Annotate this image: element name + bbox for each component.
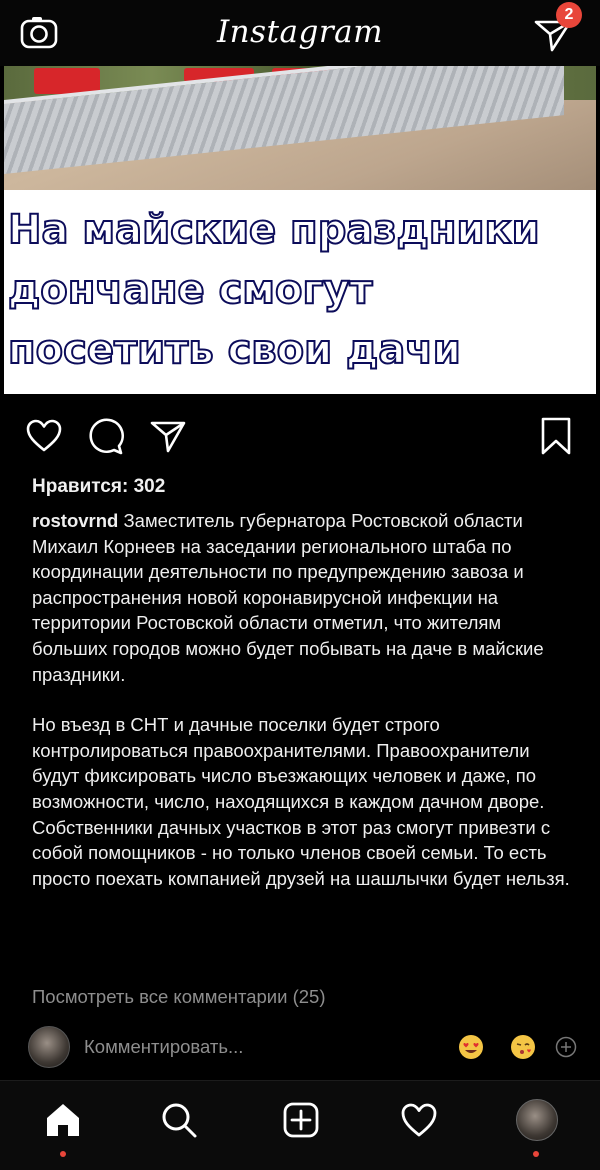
comment-icon[interactable] (86, 416, 126, 456)
likes-count[interactable]: Нравится: 302 (32, 476, 165, 498)
post-photo (4, 66, 596, 190)
home-icon[interactable] (42, 1099, 84, 1141)
new-post-icon[interactable] (280, 1099, 322, 1141)
post-caption: rostovrnd Заместитель губернатора Ростов… (32, 508, 572, 891)
avatar (28, 1026, 70, 1068)
add-icon[interactable] (555, 1036, 577, 1058)
heart-eyes-emoji[interactable] (458, 1034, 484, 1060)
headline-line: посетить свои дачи (7, 326, 462, 374)
post-headline: На майские праздники дончане смогут посе… (7, 200, 592, 380)
kiss-emoji[interactable] (510, 1034, 536, 1060)
bottom-navigation (0, 1080, 600, 1170)
post-actions (0, 410, 600, 460)
profile-notification-dot (533, 1151, 539, 1157)
profile-avatar[interactable] (516, 1099, 558, 1141)
direct-message-badge: 2 (556, 2, 582, 28)
view-all-comments-link[interactable]: Посмотреть все комментарии (25) (32, 986, 326, 1008)
active-tab-indicator (60, 1151, 66, 1157)
heart-icon[interactable] (24, 416, 64, 456)
headline-line: На майские праздники (7, 206, 541, 254)
post-image[interactable]: На майские праздники дончане смогут посе… (4, 66, 596, 394)
comment-row: Комментировать... (0, 1024, 600, 1070)
instagram-logo: Instagram (216, 14, 384, 50)
caption-text: Заместитель губернатора Ростовской облас… (32, 510, 544, 685)
top-bar: Instagram 2 (0, 0, 600, 66)
camera-icon[interactable] (20, 16, 58, 50)
bookmark-icon[interactable] (536, 416, 576, 456)
search-icon[interactable] (158, 1099, 200, 1141)
caption-username[interactable]: rostovrnd (32, 510, 118, 531)
caption-text: Но въезд в СНТ и дачные поселки будет ст… (32, 714, 570, 889)
headline-line: дончане смогут (7, 266, 374, 314)
activity-icon[interactable] (398, 1099, 440, 1141)
share-icon[interactable] (148, 416, 188, 456)
comment-input[interactable]: Комментировать... (84, 1036, 243, 1058)
